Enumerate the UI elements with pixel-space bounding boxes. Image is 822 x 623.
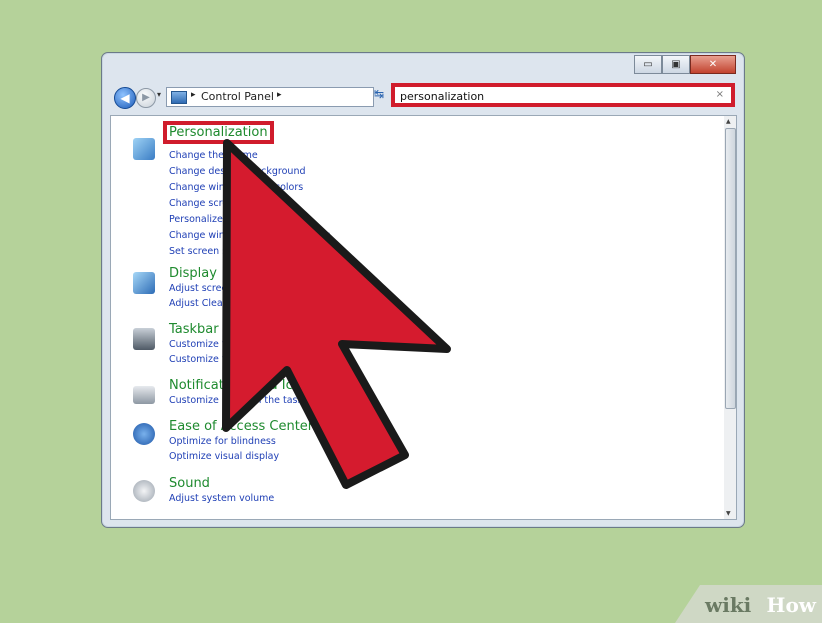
result-link[interactable]: Change window glass colors (169, 182, 303, 193)
result-link[interactable]: Change screen saver (169, 198, 269, 209)
wikihow-watermark: wiki How (675, 585, 822, 623)
result-link[interactable]: Adjust system volume (169, 493, 274, 504)
display-icon (133, 272, 155, 294)
watermark-how: How (766, 593, 816, 617)
recent-pages-dropdown[interactable]: ▾ (157, 90, 161, 99)
scroll-up-icon[interactable]: ▲ (726, 118, 731, 125)
result-title[interactable]: Notification Area Icons (169, 378, 316, 393)
result-link[interactable]: Set screen saver (169, 246, 248, 257)
result-link[interactable]: Customize the taskbar (169, 354, 276, 365)
control-panel-window: ▭ ▣ ✕ ◀ ▶ ▾ ▸ Control Panel ▸ ▾ ↹ person… (101, 52, 745, 528)
control-panel-icon (171, 91, 187, 104)
window-caption-buttons: ▭ ▣ ✕ (634, 55, 736, 74)
scrollbar-thumb[interactable] (725, 128, 736, 409)
minimize-button[interactable]: ▭ (634, 55, 662, 74)
refresh-icon[interactable]: ↹ (374, 87, 384, 101)
breadcrumb-control-panel[interactable]: Control Panel (201, 90, 274, 103)
result-link[interactable]: Change desktop background (169, 166, 306, 177)
personalization-icon (133, 138, 155, 160)
maximize-button[interactable]: ▣ (662, 55, 690, 74)
result-link[interactable]: Change window color and metrics (169, 230, 330, 241)
result-title[interactable]: Taskbar and Start Menu (169, 322, 323, 337)
result-link[interactable]: Optimize for blindness (169, 436, 276, 447)
result-link[interactable]: Adjust screen resolution (169, 283, 283, 294)
taskbar-icon (133, 328, 155, 350)
navigation-bar: ◀ ▶ ▾ ▸ Control Panel ▸ ▾ ↹ personalizat… (110, 83, 736, 109)
watermark-wiki: wiki (705, 593, 752, 617)
result-link[interactable]: Customize the Start menu (169, 339, 294, 350)
result-link[interactable]: Change the theme (169, 150, 258, 161)
search-box[interactable]: personalization × (391, 83, 735, 107)
address-bar[interactable]: ▸ Control Panel ▸ ▾ (166, 87, 418, 107)
result-title[interactable]: Sound (169, 476, 210, 491)
close-button[interactable]: ✕ (690, 55, 736, 74)
forward-button[interactable]: ▶ (136, 88, 156, 108)
result-link[interactable]: Personalize icons for themes (169, 214, 305, 225)
result-link[interactable]: Customize icons on the taskbar (169, 395, 319, 406)
ease-of-access-icon (133, 423, 155, 445)
sound-icon (133, 480, 155, 502)
result-link[interactable]: Adjust ClearType text (169, 298, 270, 309)
breadcrumb-separator[interactable]: ▸ (191, 90, 196, 100)
vertical-scrollbar[interactable]: ▲ ▼ (724, 115, 737, 520)
clear-search-icon[interactable]: × (716, 89, 724, 100)
notification-icon (133, 386, 155, 404)
result-title[interactable]: Personalization (163, 121, 274, 144)
search-input[interactable]: personalization (400, 90, 484, 103)
result-title[interactable]: Display (169, 266, 217, 281)
results-pane: Personalization Change the theme Change … (110, 115, 726, 520)
scroll-down-icon[interactable]: ▼ (726, 510, 731, 517)
back-button[interactable]: ◀ (114, 87, 136, 109)
result-title[interactable]: Ease of Access Center (169, 419, 313, 434)
result-link[interactable]: Optimize visual display (169, 451, 279, 462)
breadcrumb-separator[interactable]: ▸ (277, 90, 282, 100)
